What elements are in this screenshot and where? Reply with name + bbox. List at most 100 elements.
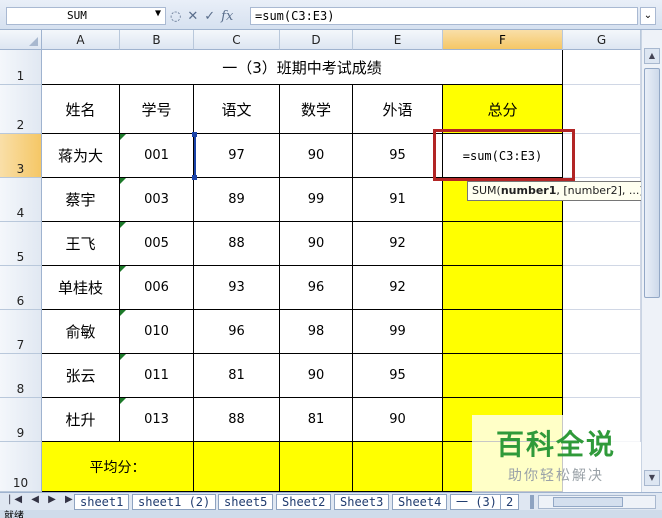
row-header-10[interactable]: 10 xyxy=(0,442,42,492)
cell-score[interactable]: 90 xyxy=(280,354,353,398)
cell-name[interactable]: 杜升 xyxy=(42,398,120,442)
cell-total[interactable] xyxy=(443,266,563,310)
row-header-9[interactable]: 9 xyxy=(0,398,42,442)
cell-id[interactable]: 013 xyxy=(120,398,194,442)
cell-score[interactable]: 99 xyxy=(280,178,353,222)
average-cell[interactable] xyxy=(353,442,443,492)
insert-function-icon[interactable]: fx xyxy=(221,9,233,24)
column-header-a[interactable]: A xyxy=(42,30,120,50)
cell-score[interactable]: 91 xyxy=(353,178,443,222)
cell-score[interactable]: 89 xyxy=(194,178,280,222)
header-name[interactable]: 姓名 xyxy=(42,85,120,134)
cell-score[interactable]: 93 xyxy=(194,266,280,310)
header-english[interactable]: 外语 xyxy=(353,85,443,134)
cell-name[interactable]: 蒋为大 xyxy=(42,134,120,178)
scroll-down-icon[interactable]: ▼ xyxy=(644,470,660,486)
row-header-7[interactable]: 7 xyxy=(0,310,42,354)
horizontal-scroll-thumb[interactable] xyxy=(553,497,623,507)
cell-id[interactable]: 005 xyxy=(120,222,194,266)
confirm-icon[interactable]: ✓ xyxy=(204,9,215,24)
cell-g5[interactable] xyxy=(563,222,641,266)
column-header-e[interactable]: E xyxy=(353,30,443,50)
cell-id[interactable]: 006 xyxy=(120,266,194,310)
row-header-5[interactable]: 5 xyxy=(0,222,42,266)
cell-score[interactable]: 97 xyxy=(194,134,280,178)
row-header-6[interactable]: 6 xyxy=(0,266,42,310)
average-cell[interactable] xyxy=(194,442,280,492)
header-math[interactable]: 数学 xyxy=(280,85,353,134)
cell-name[interactable]: 俞敏 xyxy=(42,310,120,354)
header-total[interactable]: 总分 xyxy=(443,85,563,134)
cell-name[interactable]: 单桂枝 xyxy=(42,266,120,310)
cell-g1[interactable] xyxy=(563,50,641,85)
cell-total[interactable] xyxy=(443,310,563,354)
average-label[interactable]: 平均分： xyxy=(42,442,194,492)
row-header-4[interactable]: 4 xyxy=(0,178,42,222)
column-header-g[interactable]: G xyxy=(563,30,641,50)
expand-formula-bar-icon[interactable]: ⌄ xyxy=(640,7,656,25)
cell-score[interactable]: 90 xyxy=(280,222,353,266)
column-header-f[interactable]: F xyxy=(443,30,563,50)
cell-score[interactable]: 90 xyxy=(280,134,353,178)
tab-class3[interactable]: 一 (3) xyxy=(450,494,503,510)
row-header-3[interactable]: 3 xyxy=(0,134,42,178)
cell-name[interactable]: 张云 xyxy=(42,354,120,398)
tab-sheet1-2[interactable]: sheet1 (2) xyxy=(132,494,217,510)
formula-input[interactable]: =sum(C3:E3) xyxy=(250,7,638,25)
horizontal-scrollbar[interactable] xyxy=(538,495,656,509)
cell-score[interactable]: 81 xyxy=(280,398,353,442)
tab-navigation-icons[interactable]: |◀ ◀ ▶ ▶| xyxy=(8,494,82,505)
cell-score[interactable]: 98 xyxy=(280,310,353,354)
expand-circle-icon[interactable]: ◌ xyxy=(170,9,181,24)
cell-score[interactable]: 92 xyxy=(353,266,443,310)
tab-sheet1[interactable]: sheet1 xyxy=(74,494,130,510)
cell-g8[interactable] xyxy=(563,354,641,398)
cell-g2[interactable] xyxy=(563,85,641,134)
cell-score[interactable]: 95 xyxy=(353,354,443,398)
cell-score[interactable]: 92 xyxy=(353,222,443,266)
cell-score[interactable]: 96 xyxy=(280,266,353,310)
chevron-down-icon[interactable]: ▼ xyxy=(155,8,161,19)
cell-id[interactable]: 010 xyxy=(120,310,194,354)
vertical-scrollbar[interactable]: ▲ ▼ xyxy=(641,30,662,492)
header-chinese[interactable]: 语文 xyxy=(194,85,280,134)
range-handle-icon[interactable] xyxy=(192,132,197,137)
cell-total[interactable] xyxy=(443,354,563,398)
select-all-corner[interactable] xyxy=(0,30,42,50)
row-header-1[interactable]: 1 xyxy=(0,50,42,85)
sheet-title[interactable]: 一（3）班期中考试成绩 xyxy=(42,50,563,85)
cell-score[interactable]: 96 xyxy=(194,310,280,354)
cell-score[interactable]: 95 xyxy=(353,134,443,178)
cell-g7[interactable] xyxy=(563,310,641,354)
tab-2[interactable]: 2 xyxy=(500,494,520,510)
cell-total[interactable] xyxy=(443,222,563,266)
cell-id[interactable]: 003 xyxy=(120,178,194,222)
cell-name[interactable]: 蔡宇 xyxy=(42,178,120,222)
column-header-d[interactable]: D xyxy=(280,30,353,50)
average-cell[interactable] xyxy=(280,442,353,492)
tab-split-handle[interactable] xyxy=(530,495,534,509)
cell-id[interactable]: 011 xyxy=(120,354,194,398)
cell-id[interactable]: 001 xyxy=(120,134,194,178)
tooltip-arg1[interactable]: number1 xyxy=(501,184,557,197)
header-id[interactable]: 学号 xyxy=(120,85,194,134)
cell-g6[interactable] xyxy=(563,266,641,310)
scroll-up-icon[interactable]: ▲ xyxy=(644,48,660,64)
tab-sheet2[interactable]: Sheet2 xyxy=(276,494,332,510)
tab-sheet5[interactable]: sheet5 xyxy=(218,494,274,510)
row-header-8[interactable]: 8 xyxy=(0,354,42,398)
cell-score[interactable]: 88 xyxy=(194,398,280,442)
row-header-2[interactable]: 2 xyxy=(0,85,42,134)
range-handle-icon[interactable] xyxy=(192,175,197,180)
tab-sheet3[interactable]: Sheet3 xyxy=(334,494,390,510)
cell-score[interactable]: 90 xyxy=(353,398,443,442)
tab-sheet4[interactable]: Sheet4 xyxy=(392,494,448,510)
cell-score[interactable]: 81 xyxy=(194,354,280,398)
name-box[interactable]: SUM ▼ xyxy=(6,7,166,25)
cell-score[interactable]: 99 xyxy=(353,310,443,354)
cell-score[interactable]: 88 xyxy=(194,222,280,266)
column-header-c[interactable]: C xyxy=(194,30,280,50)
scroll-thumb[interactable] xyxy=(644,68,660,298)
cancel-icon[interactable]: ✕ xyxy=(187,9,198,24)
column-header-b[interactable]: B xyxy=(120,30,194,50)
